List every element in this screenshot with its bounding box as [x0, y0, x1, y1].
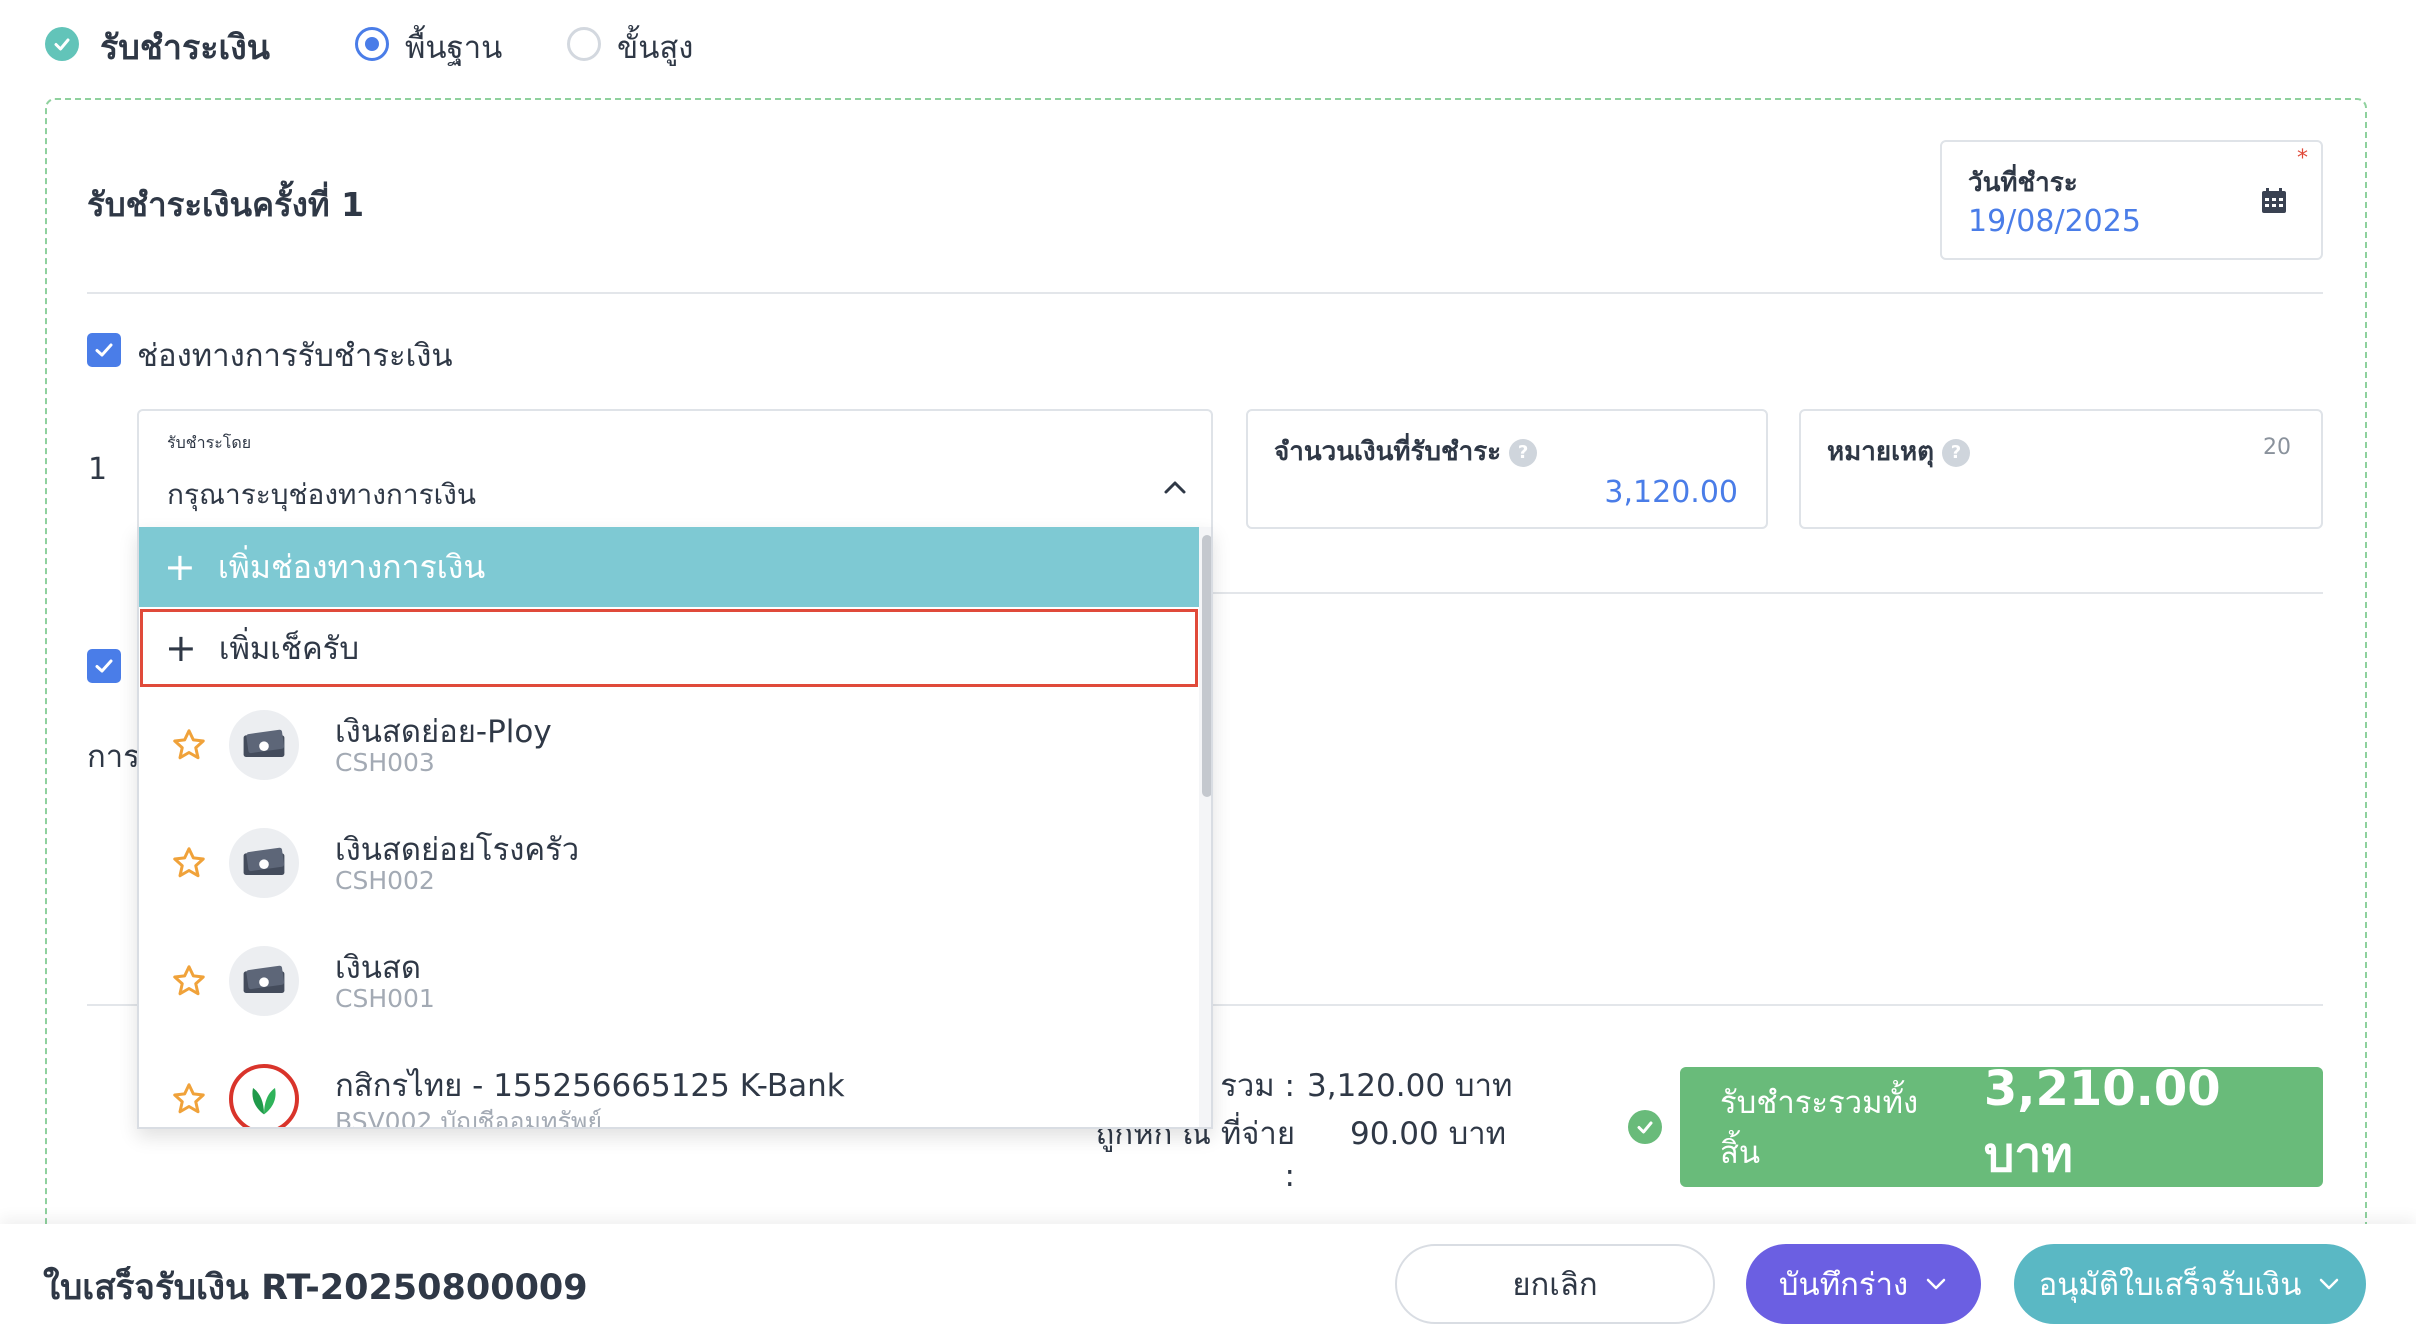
item-code: CSH001 [335, 984, 435, 1013]
withholding-value: 90.00 บาท [1350, 1116, 1507, 1152]
star-icon[interactable] [171, 845, 207, 881]
list-item[interactable]: เงินสดย่อยโรงครัว CSH002 [139, 810, 1199, 928]
payment-date-label: วันที่ชำระ [1968, 168, 2078, 198]
mode-advanced-radio[interactable] [567, 27, 601, 61]
calendar-icon[interactable] [2260, 187, 2288, 215]
grand-total-value: 3,210.00 บาท [1983, 1061, 2221, 1183]
cash-icon [229, 828, 299, 898]
payment-channel-dropdown: + เพิ่มช่องทางการเงิน + เพิ่มเช็ครับ เงิ… [137, 527, 1213, 1129]
add-channel-label: เพิ่มช่องทางการเงิน [217, 547, 486, 586]
amount-label-wrap: จำนวนเงินที่รับชำระ? [1274, 431, 1538, 472]
amount-value[interactable]: 3,120.00 [1604, 475, 1738, 510]
withholding-checkbox[interactable] [87, 649, 121, 683]
document-title: ใบเสร็จรับเงิน RT-20250800009 [43, 1268, 588, 1308]
save-draft-label: บันทึกร่าง [1778, 1267, 1909, 1303]
divider [87, 292, 2323, 294]
received-by-label: รับชำระโดย [167, 433, 252, 452]
divider [1213, 592, 2323, 594]
channel-checkbox-label: ช่องทางการรับชำระเงิน [137, 338, 453, 374]
payment-round-title: รับชำระเงินครั้งที่ 1 [87, 185, 365, 224]
grand-total-label: รับชำระรวมทั้งสิ้น [1720, 1085, 1919, 1171]
item-code: CSH003 [335, 748, 435, 777]
chevron-down-icon [2320, 1278, 2339, 1290]
receive-payment-check-icon[interactable] [45, 27, 79, 61]
plus-icon: + [164, 545, 196, 589]
amount-field[interactable]: จำนวนเงินที่รับชำระ? 3,120.00 [1246, 409, 1768, 529]
grand-total-box: รับชำระรวมทั้งสิ้น 3,210.00 บาท [1680, 1061, 2323, 1187]
payment-date-value[interactable]: 19/08/2025 [1968, 204, 2141, 239]
mode-basic-radio[interactable] [355, 27, 389, 61]
save-draft-button[interactable]: บันทึกร่าง [1746, 1244, 1981, 1324]
approve-receipt-button[interactable]: อนุมัติใบเสร็จรับเงิน [2014, 1244, 2366, 1324]
note-label: หมายเหตุ [1827, 437, 1935, 467]
chevron-up-icon[interactable] [1161, 477, 1189, 497]
check-circle-icon [1628, 1110, 1662, 1144]
add-channel-option[interactable]: + เพิ่มช่องทางการเงิน [139, 527, 1199, 607]
cash-icon [229, 710, 299, 780]
star-icon[interactable] [171, 727, 207, 763]
note-field[interactable]: หมายเหตุ? 20 [1799, 409, 2323, 529]
star-icon[interactable] [171, 963, 207, 999]
add-check-option[interactable]: + เพิ่มเช็ครับ [140, 609, 1198, 687]
required-marker: * [2297, 146, 2308, 171]
note-label-wrap: หมายเหตุ? [1827, 431, 1971, 472]
plus-icon: + [165, 626, 197, 670]
partial-label: การ [87, 739, 140, 775]
help-icon[interactable]: ? [1942, 438, 1971, 467]
item-code: CSH002 [335, 866, 435, 895]
row-number: 1 [88, 452, 108, 487]
received-by-select[interactable]: รับชำระโดย กรุณาระบุช่องทางการเงิน [137, 409, 1213, 529]
mode-advanced-label[interactable]: ขั้นสูง [617, 22, 693, 72]
chevron-down-icon [1926, 1278, 1946, 1290]
help-icon[interactable]: ? [1509, 438, 1538, 467]
payment-date-field[interactable]: วันที่ชำระ * 19/08/2025 [1940, 140, 2323, 260]
note-counter: 20 [2263, 435, 2291, 460]
add-check-label: เพิ่มเช็ครับ [218, 631, 360, 667]
channel-checkbox[interactable] [87, 333, 121, 367]
cash-icon [229, 946, 299, 1016]
item-code: BSV002 บัญชีออมทรัพย์ [335, 1107, 603, 1129]
amount-label: จำนวนเงินที่รับชำระ [1274, 437, 1502, 467]
scrollbar-thumb[interactable] [1202, 535, 1211, 797]
kbank-logo-icon [229, 1064, 299, 1127]
star-icon[interactable] [171, 1081, 207, 1117]
list-item[interactable]: กสิกรไทย - 155256665125 K-Bank BSV002 บั… [139, 1046, 1199, 1129]
list-item[interactable]: เงินสดย่อย-Ploy CSH003 [139, 692, 1199, 810]
section-title: รับชำระเงิน [100, 28, 270, 68]
footer-bar: ใบเสร็จรับเงิน RT-20250800009 ยกเลิก บัน… [0, 1224, 2416, 1342]
list-item[interactable]: เงินสด CSH001 [139, 928, 1199, 1046]
total-value: 3,120.00 บาท [1307, 1068, 1513, 1104]
approve-receipt-label: อนุมัติใบเสร็จรับเงิน [2038, 1267, 2302, 1303]
cancel-button[interactable]: ยกเลิก [1395, 1244, 1715, 1324]
mode-basic-label[interactable]: พื้นฐาน [405, 22, 502, 72]
received-by-input[interactable]: กรุณาระบุช่องทางการเงิน [167, 473, 476, 517]
